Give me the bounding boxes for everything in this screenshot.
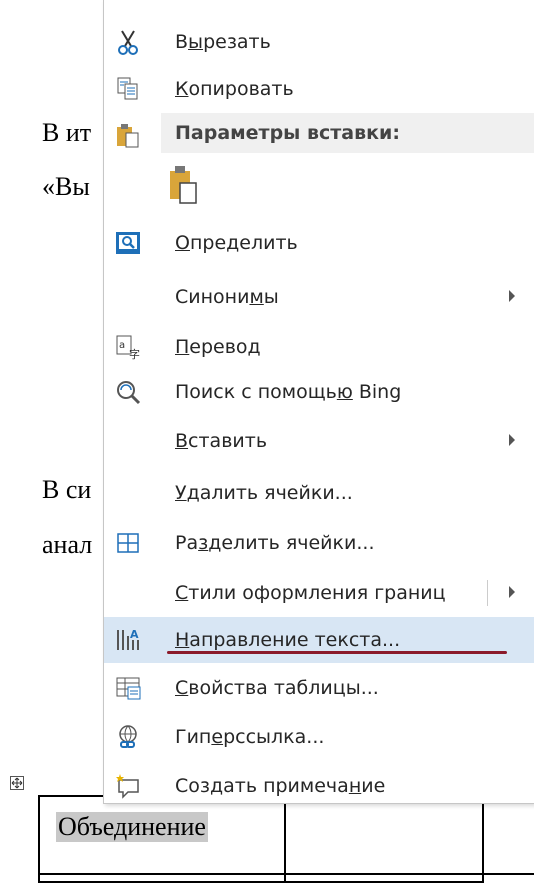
context-menu: Вырезать Копировать Параметры вставки: О… <box>103 0 534 804</box>
menu-item-cut[interactable]: Вырезать <box>104 19 534 65</box>
submenu-arrow-icon <box>509 586 515 598</box>
menu-item-label: Направление текста... <box>175 629 401 651</box>
menu-item-label: Определить <box>175 232 298 254</box>
menu-item-label: Создать примечание <box>175 775 386 797</box>
menu-item-synonyms[interactable]: Синонимы <box>104 274 534 320</box>
menu-item-label: Копировать <box>175 78 294 100</box>
menu-item-hyperlink[interactable]: Гиперссылка... <box>104 714 534 760</box>
menu-item-label: Разделить ячейки... <box>175 532 375 554</box>
table-cell[interactable] <box>38 873 286 883</box>
menu-item-label: Синонимы <box>175 286 279 308</box>
svg-text:a: a <box>119 340 125 351</box>
paste-options-header: Параметры вставки: <box>161 113 534 153</box>
menu-item-table-properties[interactable]: Свойства таблицы... <box>104 665 534 711</box>
menu-item-new-comment[interactable]: Создать примечание <box>104 763 534 809</box>
table-cell-text: Объединение <box>56 812 208 842</box>
paste-icon <box>114 122 142 150</box>
scissors-icon <box>114 28 142 56</box>
menu-item-copy[interactable]: Копировать <box>104 66 534 112</box>
paste-options-label: Параметры вставки: <box>175 122 400 144</box>
submenu-arrow-icon <box>509 434 515 446</box>
menu-item-label: Перевод <box>175 336 261 358</box>
menu-item-define[interactable]: Определить <box>104 220 534 266</box>
menu-item-translate[interactable]: a字 Перевод <box>104 324 534 370</box>
new-comment-icon <box>114 772 142 800</box>
paste-keep-text-icon <box>170 166 197 204</box>
doc-line-2: «Вы <box>42 172 90 201</box>
menu-item-split-cells[interactable]: Разделить ячейки... <box>104 520 534 566</box>
submenu-separator <box>487 580 488 606</box>
menu-item-border-styles[interactable]: Стили оформления границ <box>104 570 534 616</box>
menu-item-label: Удалить ячейки... <box>175 482 353 504</box>
doc-line-1: В ит <box>42 118 92 147</box>
hyperlink-icon <box>114 723 142 751</box>
split-cells-icon <box>114 529 142 557</box>
define-icon <box>114 229 142 257</box>
paste-keep-text-button[interactable] <box>164 163 204 207</box>
menu-item-label: Гиперссылка... <box>175 726 325 748</box>
menu-item-label: Свойства таблицы... <box>175 677 379 699</box>
submenu-arrow-icon <box>509 290 515 302</box>
menu-item-label: Вставить <box>175 430 268 452</box>
table-properties-icon <box>114 674 142 702</box>
table-move-handle-icon[interactable] <box>10 776 24 790</box>
doc-line-4: анал <box>42 530 93 559</box>
annotation-underline <box>167 651 507 654</box>
translate-icon: a字 <box>114 333 142 361</box>
doc-line-3: В си <box>42 475 92 504</box>
copy-icon <box>114 75 142 103</box>
table-cell[interactable] <box>284 873 484 883</box>
menu-item-delete-cells[interactable]: Удалить ячейки... <box>104 470 534 516</box>
menu-item-label: Поиск с помощью Bing <box>175 381 402 403</box>
menu-item-bing-search[interactable]: Поиск с помощью Bing <box>104 369 534 415</box>
svg-text:A: A <box>130 628 139 641</box>
menu-item-insert[interactable]: Вставить <box>104 418 534 464</box>
menu-item-label: Стили оформления границ <box>175 582 446 604</box>
text-direction-icon: A <box>114 626 142 654</box>
bing-search-icon <box>114 378 142 406</box>
svg-text:字: 字 <box>129 347 140 361</box>
menu-item-text-direction[interactable]: A Направление текста... <box>104 617 534 663</box>
menu-item-label: Вырезать <box>175 31 271 53</box>
